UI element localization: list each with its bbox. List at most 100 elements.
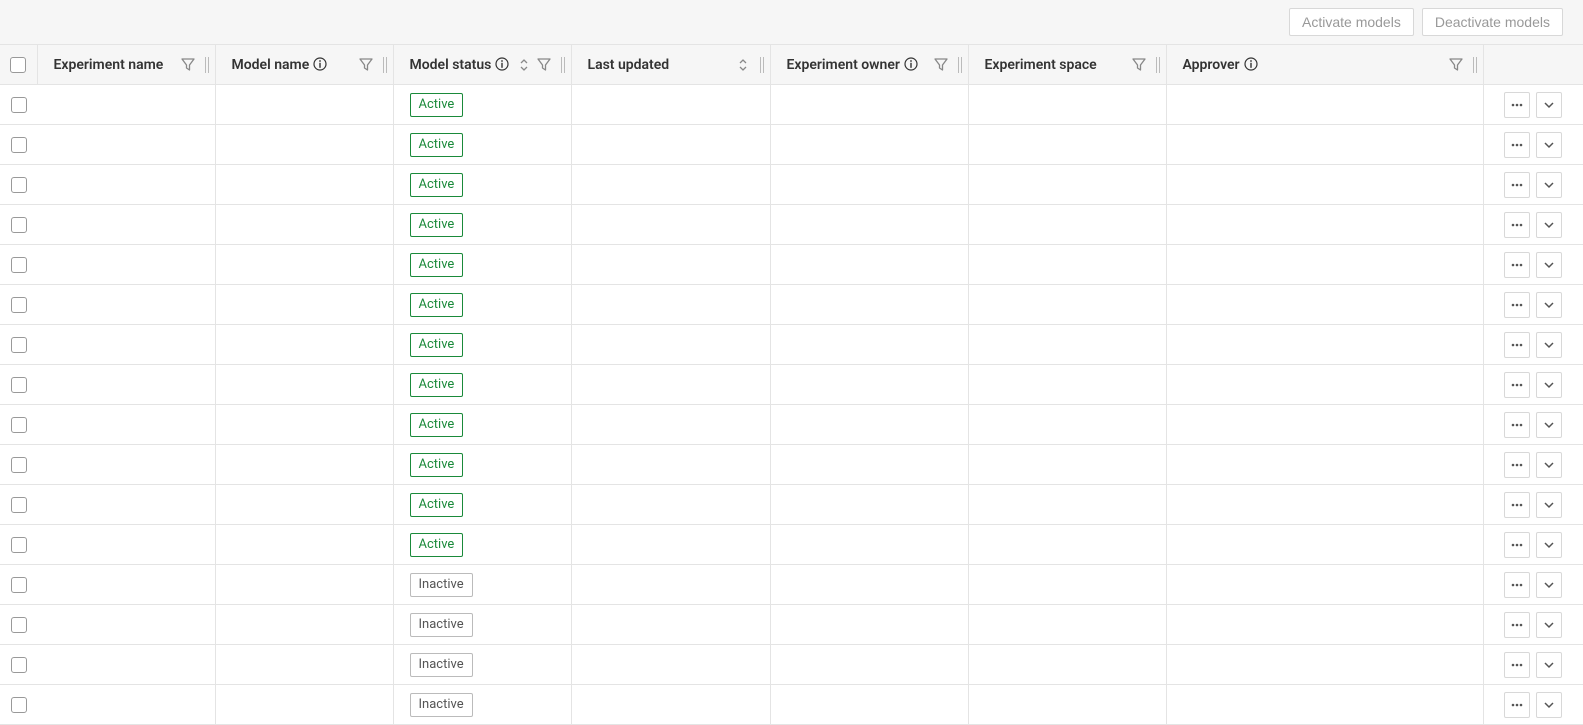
info-icon[interactable] [313, 57, 327, 71]
header-experiment-owner[interactable]: Experiment owner [787, 57, 918, 73]
row-more-button[interactable] [1504, 452, 1530, 478]
filter-icon[interactable] [359, 58, 373, 72]
status-badge: Active [410, 133, 464, 157]
row-checkbox[interactable] [11, 377, 27, 393]
deactivate-models-button[interactable]: Deactivate models [1422, 8, 1563, 36]
row-more-button[interactable] [1504, 652, 1530, 678]
row-more-button[interactable] [1504, 132, 1530, 158]
row-more-button[interactable] [1504, 332, 1530, 358]
info-icon[interactable] [495, 57, 509, 71]
column-resize-handle[interactable] [760, 57, 764, 73]
models-table: Experiment name Model name [0, 44, 1583, 725]
row-expand-button[interactable] [1536, 612, 1562, 638]
status-badge: Inactive [410, 613, 473, 637]
filter-icon[interactable] [537, 58, 551, 72]
row-more-button[interactable] [1504, 92, 1530, 118]
status-badge: Inactive [410, 573, 473, 597]
row-checkbox[interactable] [11, 97, 27, 113]
header-select-all [0, 45, 37, 85]
table-row: Active [0, 365, 1583, 405]
header-model-name[interactable]: Model name [232, 57, 328, 73]
info-icon[interactable] [1244, 57, 1258, 71]
table-row: Active [0, 85, 1583, 125]
row-checkbox[interactable] [11, 137, 27, 153]
row-more-button[interactable] [1504, 692, 1530, 718]
column-resize-handle[interactable] [383, 57, 387, 73]
status-badge: Active [410, 253, 464, 277]
row-more-button[interactable] [1504, 172, 1530, 198]
filter-icon[interactable] [934, 58, 948, 72]
status-badge: Active [410, 173, 464, 197]
row-more-button[interactable] [1504, 572, 1530, 598]
status-badge: Active [410, 373, 464, 397]
row-checkbox[interactable] [11, 657, 27, 673]
row-more-button[interactable] [1504, 212, 1530, 238]
status-badge: Active [410, 333, 464, 357]
row-expand-button[interactable] [1536, 692, 1562, 718]
row-more-button[interactable] [1504, 612, 1530, 638]
header-last-updated[interactable]: Last updated [588, 57, 670, 73]
table-row: Active [0, 285, 1583, 325]
table-row: Active [0, 485, 1583, 525]
row-expand-button[interactable] [1536, 652, 1562, 678]
column-resize-handle[interactable] [205, 57, 209, 73]
row-expand-button[interactable] [1536, 92, 1562, 118]
column-resize-handle[interactable] [1156, 57, 1160, 73]
row-checkbox[interactable] [11, 177, 27, 193]
row-checkbox[interactable] [11, 257, 27, 273]
header-approver[interactable]: Approver [1183, 57, 1258, 73]
row-checkbox[interactable] [11, 457, 27, 473]
table-row: Active [0, 205, 1583, 245]
status-badge: Active [410, 533, 464, 557]
row-more-button[interactable] [1504, 252, 1530, 278]
row-checkbox[interactable] [11, 217, 27, 233]
row-expand-button[interactable] [1536, 532, 1562, 558]
row-checkbox[interactable] [11, 577, 27, 593]
status-badge: Active [410, 413, 464, 437]
sort-icon[interactable] [736, 58, 750, 72]
row-more-button[interactable] [1504, 532, 1530, 558]
column-resize-handle[interactable] [1473, 57, 1477, 73]
row-more-button[interactable] [1504, 292, 1530, 318]
toolbar: Activate models Deactivate models [0, 0, 1583, 44]
activate-models-button[interactable]: Activate models [1289, 8, 1414, 36]
row-expand-button[interactable] [1536, 372, 1562, 398]
row-expand-button[interactable] [1536, 292, 1562, 318]
row-expand-button[interactable] [1536, 252, 1562, 278]
table-row: Active [0, 325, 1583, 365]
row-more-button[interactable] [1504, 412, 1530, 438]
row-checkbox[interactable] [11, 337, 27, 353]
filter-icon[interactable] [1449, 58, 1463, 72]
row-checkbox[interactable] [11, 537, 27, 553]
table-row: Active [0, 405, 1583, 445]
row-checkbox[interactable] [11, 697, 27, 713]
table-row: Active [0, 525, 1583, 565]
status-badge: Inactive [410, 693, 473, 717]
header-experiment-name[interactable]: Experiment name [54, 57, 164, 73]
row-expand-button[interactable] [1536, 172, 1562, 198]
column-resize-handle[interactable] [958, 57, 962, 73]
select-all-checkbox[interactable] [10, 57, 26, 73]
row-more-button[interactable] [1504, 492, 1530, 518]
status-badge: Active [410, 213, 464, 237]
column-resize-handle[interactable] [561, 57, 565, 73]
row-expand-button[interactable] [1536, 212, 1562, 238]
row-checkbox[interactable] [11, 297, 27, 313]
row-expand-button[interactable] [1536, 332, 1562, 358]
row-expand-button[interactable] [1536, 572, 1562, 598]
header-model-status[interactable]: Model status [410, 57, 510, 73]
sort-icon[interactable] [517, 58, 531, 72]
info-icon[interactable] [904, 57, 918, 71]
row-checkbox[interactable] [11, 497, 27, 513]
header-experiment-space[interactable]: Experiment space [985, 57, 1097, 73]
row-expand-button[interactable] [1536, 492, 1562, 518]
filter-icon[interactable] [1132, 58, 1146, 72]
row-expand-button[interactable] [1536, 412, 1562, 438]
row-expand-button[interactable] [1536, 452, 1562, 478]
filter-icon[interactable] [181, 58, 195, 72]
row-checkbox[interactable] [11, 417, 27, 433]
row-expand-button[interactable] [1536, 132, 1562, 158]
table-row: Active [0, 165, 1583, 205]
row-more-button[interactable] [1504, 372, 1530, 398]
row-checkbox[interactable] [11, 617, 27, 633]
